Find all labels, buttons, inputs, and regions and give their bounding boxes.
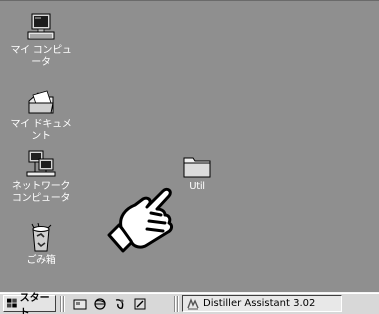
taskbar-button-distiller-assistant[interactable]: Distiller Assistant 3.02 [182, 295, 342, 312]
windows-logo-icon [7, 298, 17, 308]
desktop-icon-label: マイ コンピュータ [10, 45, 72, 68]
my-computer-icon [27, 13, 55, 40]
desktop-icon-my-computer[interactable]: マイ コンピュータ [6, 13, 76, 69]
taskbar-separator [63, 296, 64, 312]
hand-pointer-icon [107, 187, 173, 253]
desktop-icon-recycle-bin[interactable]: ごみ箱 [6, 223, 76, 267]
desktop-icon-label: ネットワーク コンピュータ [11, 181, 71, 204]
desktop-icon-network-computer[interactable]: ネットワーク コンピュータ [6, 149, 76, 205]
desktop-icon-label: マイ ドキュメント [10, 119, 72, 142]
desktop-icon-my-documents[interactable]: マイ ドキュメント [6, 89, 76, 143]
task-label: Distiller Assistant 3.02 [203, 298, 316, 309]
taskbar: スタート Distiller Assistant 3.02 [0, 292, 379, 314]
taskbar-separator [177, 296, 178, 312]
my-documents-icon [28, 90, 54, 114]
internet-explorer-icon[interactable] [92, 296, 108, 312]
taskbar-separator [174, 296, 175, 312]
channels-icon[interactable] [132, 296, 148, 312]
outlook-express-icon[interactable] [112, 296, 128, 312]
network-computer-icon [26, 150, 56, 177]
recycle-bin-icon [31, 223, 52, 252]
show-desktop-icon[interactable] [72, 296, 88, 312]
start-button-label: スタート [19, 292, 50, 314]
taskbar-separator [60, 296, 61, 312]
distiller-icon [187, 297, 199, 309]
folder-icon [183, 157, 211, 178]
desktop-icon-label: ごみ箱 [26, 255, 56, 266]
desktop[interactable]: マイ コンピュータ マイ ドキュメント ネットワーク コンピュータ ごみ箱 Ut… [0, 0, 379, 293]
screen: マイ コンピュータ マイ ドキュメント ネットワーク コンピュータ ごみ箱 Ut… [0, 0, 379, 314]
start-button[interactable]: スタート [3, 293, 56, 314]
